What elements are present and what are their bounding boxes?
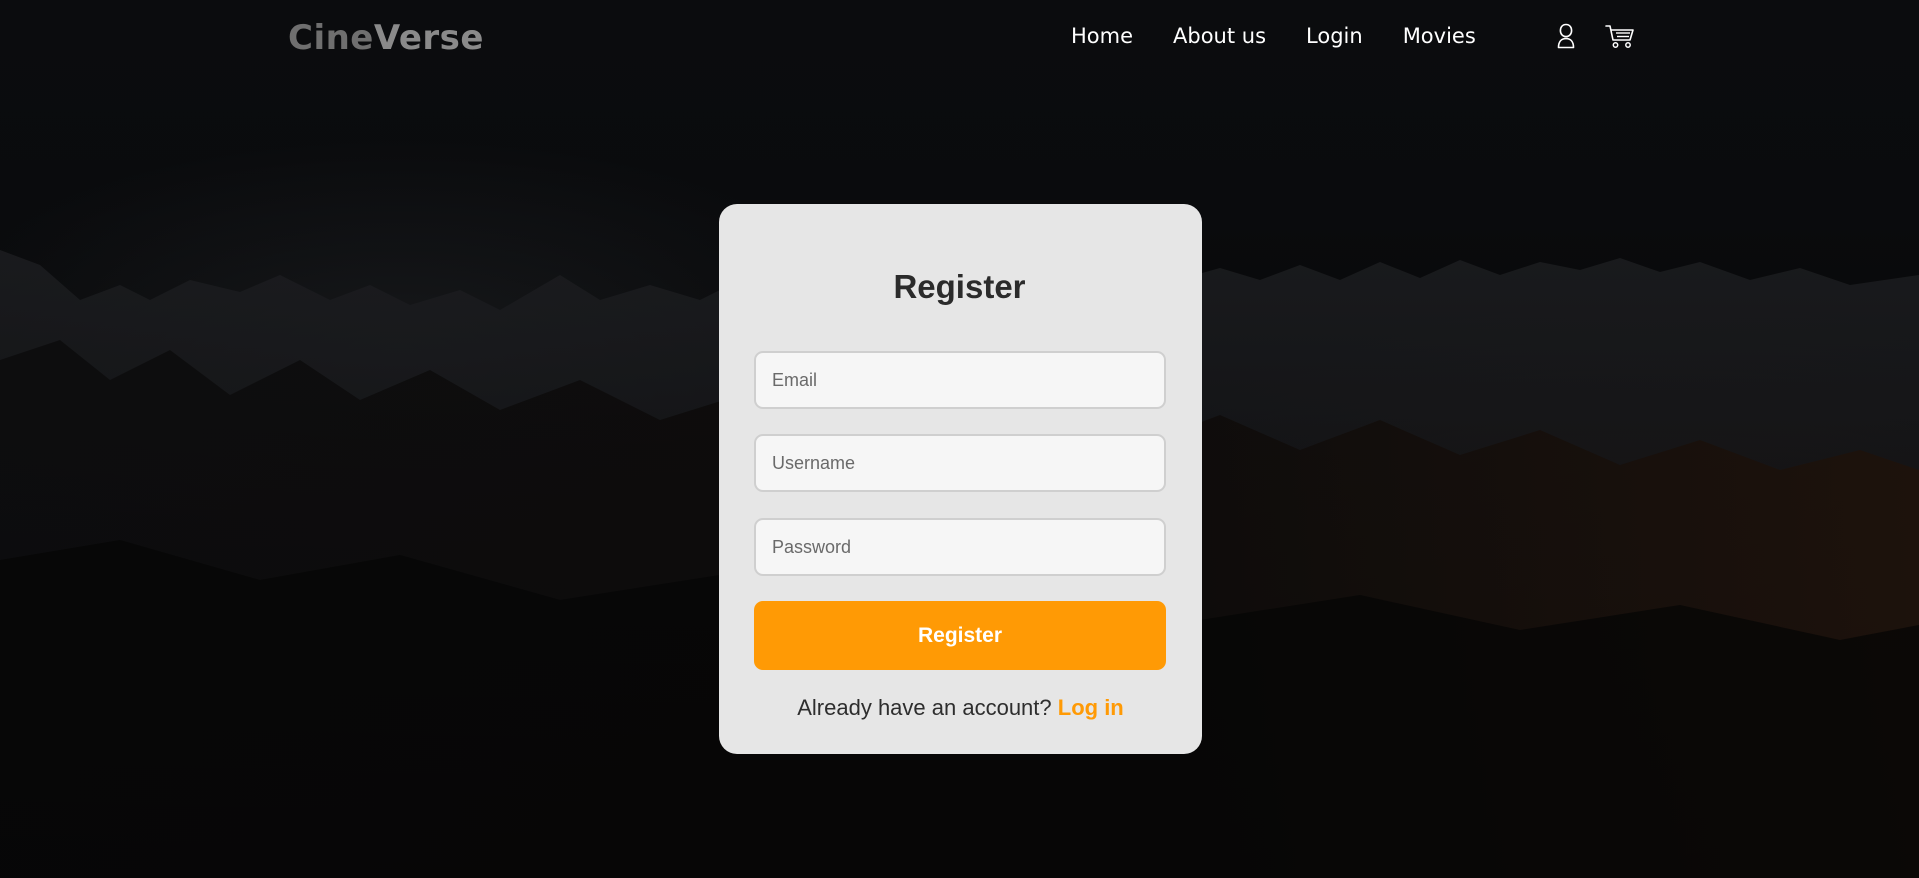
top-navigation-bar: CineVerse Home About us Login Movies — [0, 0, 1919, 80]
main-nav: Home About us Login Movies — [1071, 24, 1516, 48]
register-button[interactable]: Register — [754, 601, 1166, 670]
password-field[interactable] — [754, 518, 1166, 576]
nav-item-movies[interactable]: Movies — [1403, 24, 1476, 48]
nav-item-about-us[interactable]: About us — [1173, 24, 1266, 48]
nav-item-home[interactable]: Home — [1071, 24, 1133, 48]
brand-logo[interactable]: CineVerse — [288, 18, 484, 58]
brand-logo-part2: Verse — [373, 18, 484, 58]
username-field[interactable] — [754, 434, 1166, 492]
nav-item-login[interactable]: Login — [1306, 24, 1363, 48]
cart-icon[interactable] — [1604, 22, 1636, 50]
user-icon-glyph — [1557, 23, 1575, 49]
cart-icon-glyph — [1605, 25, 1634, 48]
register-title: Register — [893, 268, 1026, 305]
brand-logo-part1: Cine — [288, 18, 374, 58]
user-icon[interactable] — [1552, 22, 1580, 50]
login-link[interactable]: Log in — [1058, 695, 1124, 720]
login-prompt: Already have an account? Log in — [719, 695, 1202, 721]
login-prompt-text: Already have an account? — [797, 695, 1052, 720]
email-field[interactable] — [754, 351, 1166, 409]
